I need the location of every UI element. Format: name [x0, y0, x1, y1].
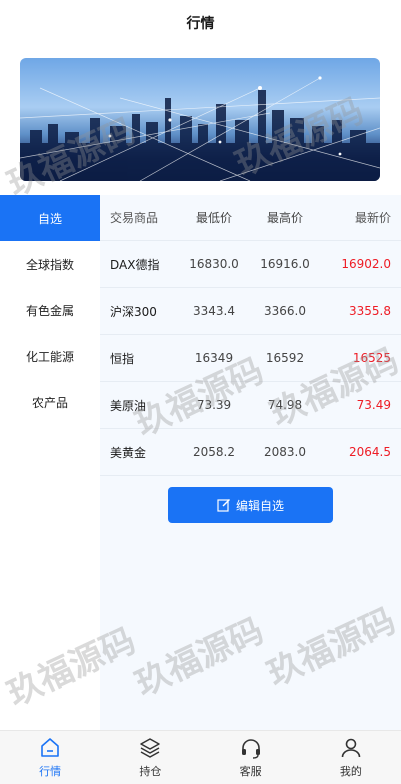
row-name: 美黄金 — [110, 445, 147, 460]
tab-label: 客服 — [239, 765, 262, 778]
column-header-low: 最低价 — [195, 211, 232, 225]
row-low: 73.39 — [196, 398, 232, 412]
row-high: 3366.0 — [264, 304, 306, 318]
row-high: 16592 — [265, 351, 305, 365]
table-row[interactable]: 美黄金 2058.2 2083.0 2064.5 — [100, 429, 401, 476]
row-last: 73.49 — [356, 398, 391, 412]
row-name: 沪深300 — [110, 304, 157, 319]
tab-label: 我的 — [339, 765, 362, 778]
sidebar-item-global-index[interactable]: 全球指数 — [0, 241, 100, 287]
row-high: 74.98 — [267, 398, 303, 412]
row-name: 恒指 — [110, 351, 135, 366]
row-low: 16830.0 — [189, 257, 239, 271]
sidebar-item-nonferrous-metals[interactable]: 有色金属 — [0, 287, 100, 333]
sidebar-item-chemical-energy[interactable]: 化工能源 — [0, 333, 100, 379]
headset-icon — [241, 739, 260, 759]
row-low: 3343.4 — [193, 304, 235, 318]
category-sidebar: 自选 全球指数 有色金属 化工能源 农产品 — [0, 195, 100, 730]
layers-icon — [140, 738, 161, 758]
bottom-tab-bar: 行情 持仓 客服 我的 — [0, 730, 401, 784]
row-high: 2083.0 — [264, 445, 306, 459]
row-low: 2058.2 — [193, 445, 235, 459]
edit-icon — [217, 499, 230, 512]
tab-label: 持仓 — [139, 765, 162, 778]
column-header-last: 最新价 — [354, 211, 391, 225]
row-last: 2064.5 — [349, 445, 391, 459]
tab-profile[interactable]: 我的 — [301, 731, 401, 784]
page-title: 行情 — [186, 16, 215, 32]
edit-watchlist-button[interactable]: 编辑自选 — [168, 487, 333, 523]
tab-market[interactable]: 行情 — [0, 731, 100, 784]
sidebar-item-watchlist[interactable]: 自选 — [0, 195, 100, 241]
table-header: 交易商品 最低价 最高价 最新价 — [100, 195, 401, 241]
row-last: 16525 — [352, 351, 391, 365]
row-name: DAX德指 — [110, 257, 160, 272]
tab-positions[interactable]: 持仓 — [100, 731, 200, 784]
edit-watchlist-label: 编辑自选 — [235, 498, 284, 513]
top-header: 行情 — [0, 0, 401, 46]
city-banner-image[interactable] — [20, 58, 380, 181]
row-last: 16902.0 — [341, 257, 391, 271]
column-header-name: 交易商品 — [110, 211, 159, 225]
row-name: 美原油 — [110, 398, 147, 413]
sidebar-item-agriculture[interactable]: 农产品 — [0, 379, 100, 425]
table-row[interactable]: 沪深300 3343.4 3366.0 3355.8 — [100, 288, 401, 335]
quote-table-panel: 交易商品 最低价 最高价 最新价 DAX德指 16830.0 16916.0 1… — [100, 195, 401, 730]
table-row[interactable]: 恒指 16349 16592 16525 — [100, 335, 401, 382]
tab-customer-service[interactable]: 客服 — [201, 731, 301, 784]
row-low: 16349 — [194, 351, 234, 365]
user-icon — [341, 738, 361, 758]
tab-label: 行情 — [39, 765, 62, 778]
column-header-high: 最高价 — [266, 211, 303, 225]
row-last: 3355.8 — [349, 304, 391, 318]
row-high: 16916.0 — [260, 257, 310, 271]
home-icon — [41, 738, 59, 757]
table-row[interactable]: 美原油 73.39 74.98 73.49 — [100, 382, 401, 429]
table-row[interactable]: DAX德指 16830.0 16916.0 16902.0 — [100, 241, 401, 288]
